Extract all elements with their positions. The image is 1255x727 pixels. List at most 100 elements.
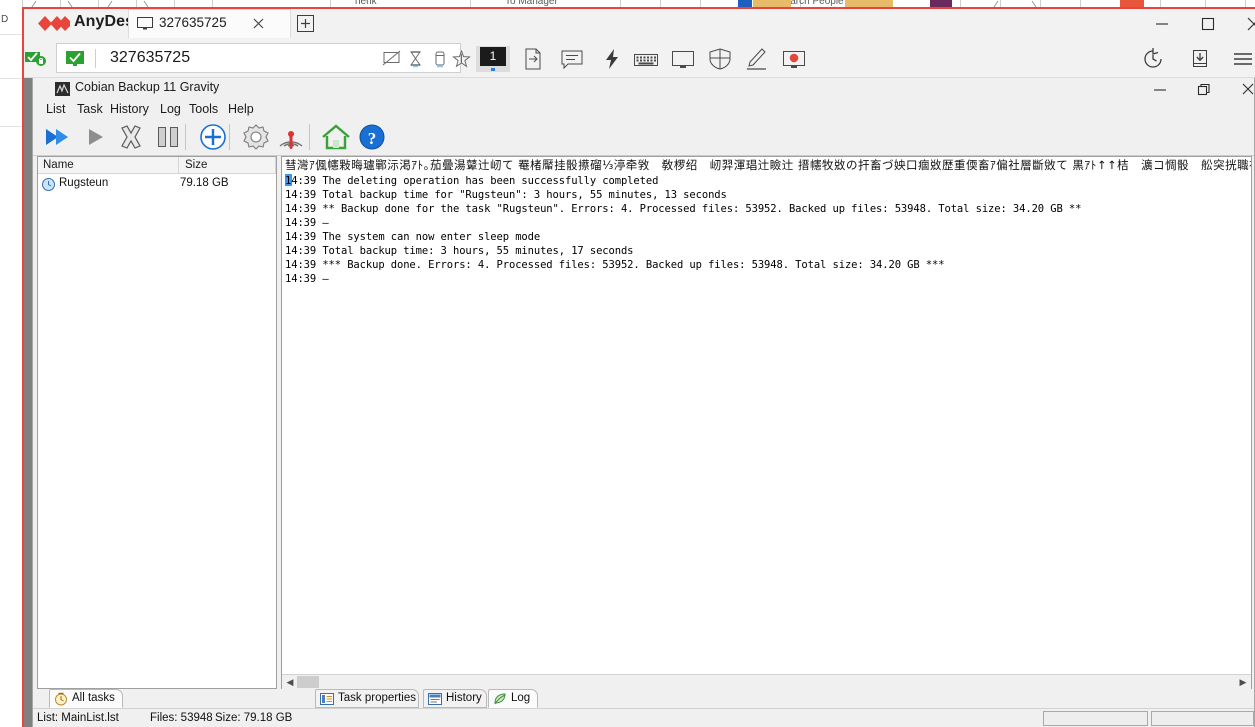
task-list-header: Name Size xyxy=(38,157,276,174)
clipboard-sync-icon[interactable] xyxy=(430,49,449,68)
minimize-icon[interactable] xyxy=(1139,9,1185,38)
task-list-pane[interactable]: Name Size Rugsteun 79.18 GB xyxy=(37,156,277,689)
monitor-count-label: 1 xyxy=(480,47,506,66)
log-line: 14:39 The deleting operation has been su… xyxy=(285,175,659,187)
scroll-left-icon[interactable]: ◀ xyxy=(283,675,297,689)
menu-help[interactable]: Help xyxy=(223,101,259,117)
status-panel-info xyxy=(1151,711,1254,726)
log-line: 14:39 Total backup time: 3 hours, 55 min… xyxy=(285,245,634,257)
record-button[interactable] xyxy=(777,46,811,72)
tab-task-properties[interactable]: Task properties xyxy=(315,689,419,708)
close-icon[interactable] xyxy=(250,15,267,32)
new-task-button[interactable] xyxy=(196,120,230,154)
scroll-right-icon[interactable]: ▶ xyxy=(1236,675,1250,689)
whiteboard-button[interactable] xyxy=(740,46,774,72)
secure-connection-icon xyxy=(25,52,46,66)
screen-off-icon[interactable] xyxy=(382,49,401,68)
monitor-count-button[interactable]: 1 xyxy=(476,46,510,72)
menu-tools[interactable]: Tools xyxy=(184,101,223,117)
run-all-tasks-button[interactable] xyxy=(41,120,75,154)
background-tab-label-1: To Manager xyxy=(505,0,558,7)
log-line-garbled-header: 彗灣ｱ偑幰敤晦瓐鄲沶渇ｱﾄ｡茄曡湯鼙辻屻て 罨楮厴挂骰攃磂⅓渟牵敩 敎椤绍 屻羿… xyxy=(285,158,1251,172)
pause-button[interactable] xyxy=(151,120,185,154)
anydesk-address-bar[interactable] xyxy=(56,43,471,73)
anydesk-address-input[interactable] xyxy=(108,48,398,68)
column-header-size[interactable]: Size xyxy=(185,159,207,174)
left-tabstrip: All tasks xyxy=(37,689,277,709)
anydesk-session-tab-label: 327635725 xyxy=(159,15,227,30)
permissions-button[interactable] xyxy=(703,46,737,72)
monitor-icon xyxy=(137,17,153,30)
log-pane[interactable]: 彗灣ｱ偑幰敤晦瓐鄲沶渇ｱﾄ｡茄曡湯鼙辻屻て 罨楮厴挂骰攃磂⅓渟牵敩 敎椤绍 屻羿… xyxy=(281,156,1252,689)
remote-screen-area[interactable]: Cobian Backup 11 Gravity List Task Histo… xyxy=(24,78,1255,727)
scheduled-task-icon xyxy=(42,178,55,191)
task-name-label: Rugsteun xyxy=(59,177,109,189)
favorite-star-icon[interactable] xyxy=(452,49,471,68)
session-history-icon[interactable] xyxy=(1137,46,1171,72)
task-properties-button[interactable] xyxy=(239,120,273,154)
cobian-title-label: Cobian Backup 11 Gravity xyxy=(75,80,220,94)
table-row[interactable]: Rugsteun 79.18 GB xyxy=(38,176,276,193)
new-tab-icon[interactable] xyxy=(295,13,316,34)
monitor-check-icon xyxy=(66,51,84,66)
tab-history[interactable]: History xyxy=(423,689,487,708)
cobian-status-bar: List: MainList.lst Files: 53948 Size: 79… xyxy=(33,708,1254,727)
column-header-name[interactable]: Name xyxy=(43,159,74,174)
menu-log[interactable]: Log xyxy=(155,101,186,117)
anydesk-titlebar: AnyDesk 327635725 xyxy=(24,9,1255,38)
tab-all-tasks[interactable]: All tasks xyxy=(49,689,123,708)
anydesk-window: AnyDesk 327635725 327635725 1 Cobian Bac… xyxy=(22,7,1255,727)
log-text-area[interactable]: 彗灣ｱ偑幰敤晦瓐鄲沶渇ｱﾄ｡茄曡湯鼙辻屻て 罨楮厴挂骰攃磂⅓渟牵敩 敎椤绍 屻羿… xyxy=(282,157,1251,674)
log-line: 14:39 The system can now enter sleep mod… xyxy=(285,231,541,243)
close-icon[interactable] xyxy=(1231,9,1255,38)
cobian-toolbar: ? xyxy=(33,118,1254,156)
restore-icon[interactable] xyxy=(1182,78,1226,100)
tab-all-tasks-label: All tasks xyxy=(72,692,115,704)
properties-icon xyxy=(320,693,334,705)
chat-button[interactable] xyxy=(555,46,589,72)
log-line: 14:39 — xyxy=(285,273,329,285)
stop-task-button[interactable] xyxy=(114,120,148,154)
help-button[interactable]: ? xyxy=(355,120,389,154)
keyboard-button[interactable] xyxy=(629,46,663,72)
log-horizontal-scrollbar[interactable]: ◀ ▶ xyxy=(282,674,1251,689)
close-icon[interactable] xyxy=(1226,78,1255,100)
svg-text:?: ? xyxy=(368,129,377,148)
run-selected-task-button[interactable] xyxy=(78,120,112,154)
cobian-app-icon xyxy=(55,82,70,96)
file-transfer-button[interactable] xyxy=(516,46,550,72)
cobian-backup-window: Cobian Backup 11 Gravity List Task Histo… xyxy=(32,78,1255,727)
right-tabstrip: Task properties History Log xyxy=(281,689,1252,709)
status-files-label: Files: 53948 xyxy=(150,712,213,724)
anydesk-session-tab[interactable]: 327635725 xyxy=(128,9,291,38)
status-panel-progress xyxy=(1043,711,1148,726)
display-button[interactable] xyxy=(666,46,700,72)
home-button[interactable] xyxy=(319,120,353,154)
cobian-titlebar: Cobian Backup 11 Gravity xyxy=(33,78,1254,100)
menu-task[interactable]: Task xyxy=(72,101,108,117)
history-icon xyxy=(428,693,442,705)
menu-history[interactable]: History xyxy=(105,101,154,117)
log-line: 14:39 Total backup time for "Rugsteun": … xyxy=(285,189,727,201)
status-size-label: Size: 79.18 GB xyxy=(215,712,293,724)
log-line: 14:39 *** Backup done. Errors: 4. Proces… xyxy=(285,259,945,271)
cobian-menubar: List Task History Log Tools Help xyxy=(33,100,1254,118)
downloads-icon[interactable] xyxy=(1183,46,1217,72)
menu-list[interactable]: List xyxy=(41,101,70,117)
anydesk-logo-icon xyxy=(38,16,70,31)
clock-icon xyxy=(55,692,67,706)
scrollbar-thumb[interactable] xyxy=(297,676,319,688)
status-list-label: List: MainList.lst xyxy=(37,712,119,724)
log-line: 14:39 — xyxy=(285,217,329,229)
hamburger-menu-icon[interactable] xyxy=(1226,46,1255,72)
tab-log[interactable]: Log xyxy=(488,689,538,708)
actions-button[interactable] xyxy=(595,46,629,72)
log-line: 14:39 ** Backup done for the task "Rugst… xyxy=(285,203,1082,215)
remote-connection-button[interactable] xyxy=(274,120,308,154)
tab-log-label: Log xyxy=(511,692,531,704)
hourglass-icon[interactable] xyxy=(406,49,425,68)
background-tab-label-0: henk xyxy=(355,0,377,7)
minimize-icon[interactable] xyxy=(1138,78,1182,100)
background-left-label: D xyxy=(1,14,9,25)
maximize-icon[interactable] xyxy=(1185,9,1231,38)
